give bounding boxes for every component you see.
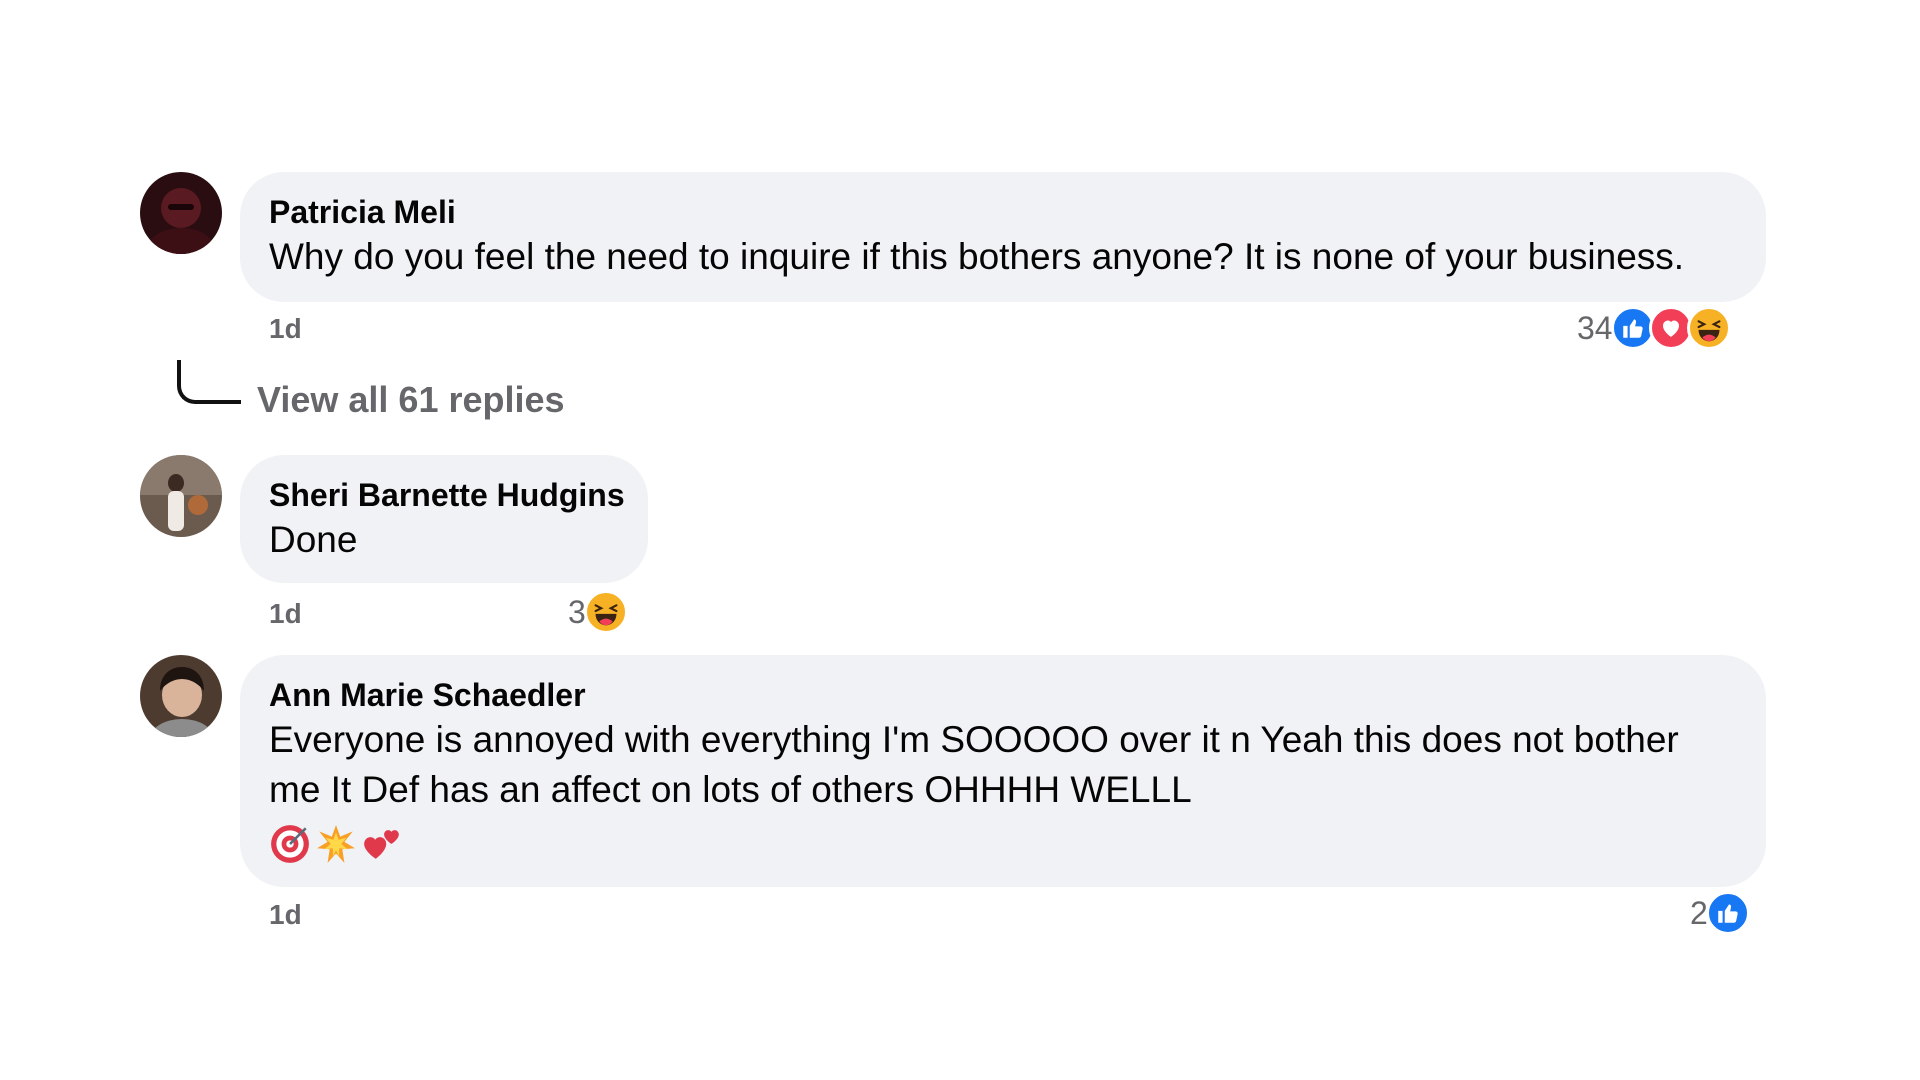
haha-icon xyxy=(583,590,628,634)
comment-author[interactable]: Ann Marie Schaedler xyxy=(269,675,1738,715)
two-hearts-emoji-icon xyxy=(361,823,403,870)
love-icon xyxy=(1648,306,1693,350)
reaction-summary[interactable]: 34 xyxy=(1577,306,1731,350)
like-icon xyxy=(1705,891,1750,935)
collision-emoji-icon xyxy=(315,823,357,870)
comment-text: Everyone is annoyed with everything I'm … xyxy=(269,719,1679,810)
like-icon xyxy=(1610,306,1655,350)
comment-bubble: Patricia Meli Why do you feel the need t… xyxy=(240,172,1766,302)
comment-bubble: Sheri Barnette Hudgins Done xyxy=(240,455,648,583)
comment-text: Why do you feel the need to inquire if t… xyxy=(269,236,1685,277)
comment-author[interactable]: Patricia Meli xyxy=(269,192,1738,232)
comment-author[interactable]: Sheri Barnette Hudgins xyxy=(269,475,625,515)
comment-bubble: Ann Marie Schaedler Everyone is annoyed … xyxy=(240,655,1766,887)
view-replies-link[interactable]: View all 61 replies xyxy=(257,379,565,421)
comment-thread: Patricia Meli Why do you feel the need t… xyxy=(0,0,1920,1080)
comment-timestamp[interactable]: 1d xyxy=(269,313,302,345)
haha-icon xyxy=(1686,306,1731,350)
comment-text: Done xyxy=(269,519,358,560)
target-emoji-icon xyxy=(269,823,311,870)
reaction-summary[interactable]: 2 xyxy=(1690,891,1750,935)
reaction-count: 34 xyxy=(1577,309,1613,346)
comment-timestamp[interactable]: 1d xyxy=(269,598,302,630)
avatar[interactable] xyxy=(140,655,222,737)
emoji-line xyxy=(269,823,1738,870)
comment-timestamp[interactable]: 1d xyxy=(269,899,302,931)
avatar[interactable] xyxy=(140,455,222,537)
avatar[interactable] xyxy=(140,172,222,254)
reaction-summary[interactable]: 3 xyxy=(568,590,628,634)
reply-connector-line xyxy=(177,360,241,404)
